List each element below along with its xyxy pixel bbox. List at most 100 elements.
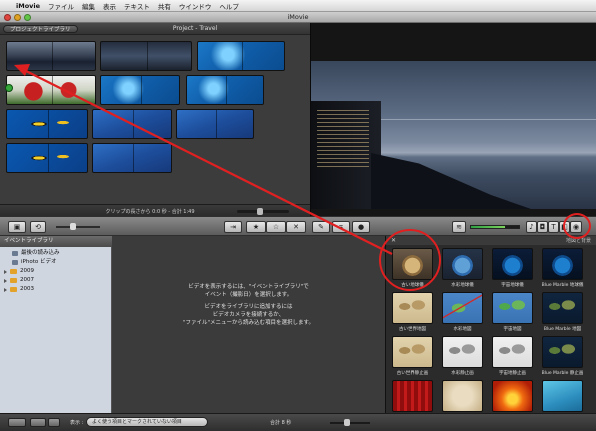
event-library-header: イベントライブラリ [0, 236, 112, 247]
map-background-tile[interactable] [492, 292, 533, 324]
map-marker-icon[interactable] [5, 84, 13, 92]
photo-icon[interactable]: ◘ [537, 221, 548, 233]
map-background-tile[interactable] [392, 336, 433, 368]
highlight-circle [563, 213, 591, 239]
unmark-star-icon[interactable]: ☆ [266, 221, 286, 233]
map-background-tile[interactable] [492, 248, 533, 280]
map-background-tile[interactable] [542, 248, 583, 280]
event-item-last-import[interactable]: 最後の読み込み [12, 249, 60, 258]
window-title-bar[interactable]: iMovie [0, 12, 596, 23]
empty-message-line: ビデオを表示するには、"イベントライブラリ"で [188, 284, 309, 290]
empty-message-line: ビデオをライブラリに追加するには [204, 304, 293, 310]
crop-pen-icon[interactable]: ✎ [312, 221, 330, 233]
event-item-2003[interactable]: 2003 [4, 285, 34, 294]
menu-file[interactable]: ファイル [44, 1, 78, 11]
project-clip[interactable] [92, 109, 172, 139]
map-background-tile[interactable] [392, 380, 433, 412]
audio-level-fill [471, 226, 505, 228]
bottom-bar: 表示 : よく使う項目とマークされていない項目 合計 8 秒 [0, 413, 596, 431]
map-background-tile[interactable] [542, 292, 583, 324]
thumbnail-size-knob[interactable] [70, 223, 76, 230]
project-clip[interactable] [6, 41, 96, 71]
disclosure-triangle-icon[interactable] [4, 278, 7, 283]
event-browser: ビデオを表示するには、"イベントライブラリ"で イベント（撮影日）を選択します。… [112, 236, 385, 413]
folder-icon [10, 287, 17, 292]
menu-help[interactable]: ヘルプ [215, 1, 243, 11]
map-tile-caption: 古い世界地図 [399, 327, 426, 332]
project-pane: プロジェクトライブラリ Project - Travel クリップの長さから 0… [0, 23, 310, 216]
map-background-tile[interactable] [442, 336, 483, 368]
event-item-2007[interactable]: 2007 [4, 276, 34, 285]
reject-x-icon[interactable]: ✕ [286, 221, 306, 233]
highlight-circle [379, 229, 441, 291]
event-item-iphoto[interactable]: iPhoto ビデオ [12, 258, 56, 267]
event-item-label: 2003 [20, 286, 34, 292]
favorite-star-icon[interactable]: ★ [246, 221, 266, 233]
map-background-tile[interactable] [492, 336, 533, 368]
camera-icon[interactable]: ▣ [8, 221, 26, 233]
map-background-tile[interactable] [442, 248, 483, 280]
music-icon[interactable]: ♪ [526, 221, 537, 233]
menu-view[interactable]: 表示 [99, 1, 120, 11]
project-clip[interactable] [6, 143, 88, 173]
play-icon[interactable] [48, 418, 60, 427]
play-full-screen-icon[interactable] [30, 418, 46, 427]
map-tile-caption: 古い世界静止画 [396, 371, 429, 376]
menu-text[interactable]: テキスト [120, 1, 154, 11]
project-clip[interactable] [186, 75, 264, 105]
map-background-tile[interactable] [542, 336, 583, 368]
map-tile-caption: Blue Marble 静止画 [541, 371, 584, 376]
menu-bar: iMovie ファイル 編集 表示 テキスト 共有 ウインドウ ヘルプ [0, 0, 596, 12]
event-item-2009[interactable]: 2009 [4, 267, 34, 276]
viewer-video-frame[interactable] [311, 61, 596, 209]
empty-message-line: イベント（撮影日）を選択します。 [204, 292, 293, 298]
disclosure-triangle-icon[interactable] [4, 269, 7, 274]
map-background-tile[interactable] [492, 380, 533, 412]
event-library-toggle-icon[interactable] [8, 418, 26, 427]
project-clip[interactable] [100, 41, 192, 71]
project-title: Project - Travel [172, 25, 218, 32]
audio-skimming-icon[interactable]: ≋ [452, 221, 466, 233]
main-toolbar: ▣ ⟲ ⇥ ★ ☆ ✕ ✎ ⌗ ● ≋ ♪ ◘ T ◧ ◉ [0, 216, 596, 236]
menu-edit[interactable]: 編集 [78, 1, 99, 11]
menu-app-name[interactable]: iMovie [12, 2, 44, 10]
project-clip[interactable] [197, 41, 285, 71]
map-background-tile[interactable] [542, 380, 583, 412]
title-icon[interactable]: T [548, 221, 559, 233]
project-clip[interactable] [92, 143, 172, 173]
imovie-screen: iMovie ファイル 編集 表示 テキスト 共有 ウインドウ ヘルプ iMov… [0, 0, 596, 431]
iphoto-icon [12, 260, 18, 265]
crop-icon[interactable]: ⌗ [332, 221, 350, 233]
disclosure-triangle-icon[interactable] [4, 287, 7, 292]
project-clip[interactable] [6, 75, 96, 105]
clip-zoom-slider[interactable] [237, 208, 289, 215]
coastline [371, 153, 531, 209]
import-icon[interactable]: ⇥ [224, 221, 242, 233]
map-background-tile[interactable] [442, 292, 483, 324]
project-library-button[interactable]: プロジェクトライブラリ [3, 25, 78, 33]
viewer-pane [310, 23, 596, 216]
audio-level-meter [470, 225, 520, 229]
map-background-tile[interactable] [442, 380, 483, 412]
clip-zoom-slider-knob[interactable] [257, 208, 263, 215]
show-filter-popup[interactable]: よく使う項目とマークされていない項目 [86, 417, 208, 427]
thumbnail-size-slider[interactable] [56, 223, 100, 230]
map-background-tile[interactable] [392, 292, 433, 324]
map-tile-caption: Blue Marble 地図 [543, 327, 582, 332]
hotel-building [311, 101, 381, 209]
menu-share[interactable]: 共有 [154, 1, 175, 11]
project-clip[interactable] [100, 75, 180, 105]
frame-size-slider[interactable] [330, 419, 370, 426]
project-status-bar: クリップの長さから 0:0 秒 - 合計 1:49 [0, 204, 310, 216]
map-tile-caption: 水彩地図 [453, 327, 472, 332]
menu-window[interactable]: ウインドウ [175, 1, 216, 11]
voiceover-mic-icon[interactable]: ● [352, 221, 370, 233]
frame-size-knob[interactable] [344, 419, 350, 426]
event-item-label: 最後の読み込み [21, 250, 60, 256]
map-tile-caption: 宇宙地静止画 [499, 371, 526, 376]
project-clip[interactable] [176, 109, 254, 139]
project-clip[interactable] [6, 109, 88, 139]
total-duration: 合計 8 秒 [270, 420, 292, 426]
rotate-icon[interactable]: ⟲ [30, 221, 46, 233]
film-icon [12, 251, 18, 256]
